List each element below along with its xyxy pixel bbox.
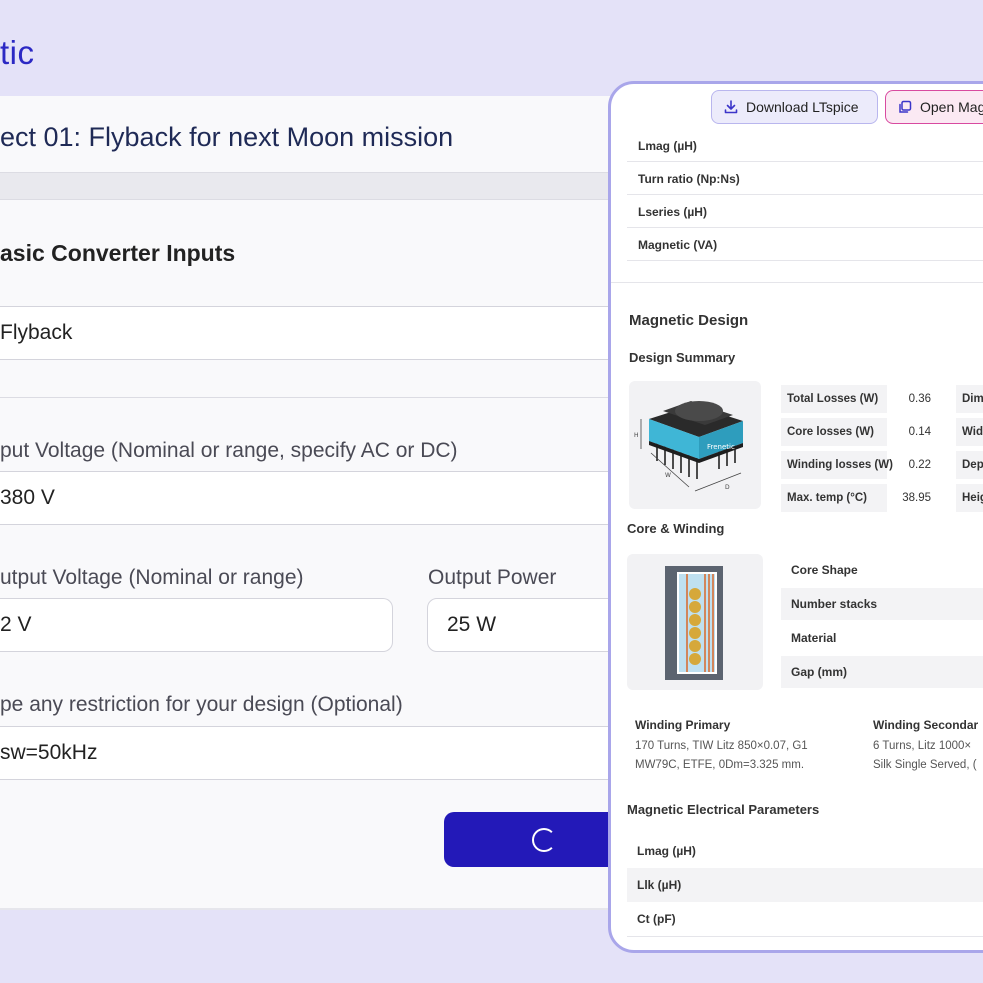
- output-power-label: Output Power: [428, 566, 557, 589]
- top-row-turn-ratio: Turn ratio (Np:Ns): [638, 172, 740, 186]
- core-winding-diagram: [627, 554, 763, 690]
- winding-primary-desc-2: MW79C, ETFE, 0Dm=3.325 mm.: [635, 759, 805, 771]
- summary-right-dimensions: Dim: [956, 385, 983, 413]
- section-divider: [611, 282, 983, 283]
- summary-value-core-losses: 0.14: [908, 426, 931, 438]
- winding-secondary-title: Winding Secondar: [873, 718, 979, 732]
- summary-label-winding-losses: Winding losses (W): [781, 451, 893, 479]
- summary-label-core-losses: Core losses (W): [781, 418, 887, 446]
- input-voltage-input[interactable]: 380 V: [0, 471, 640, 525]
- form-header-band: [0, 172, 640, 200]
- electrical-params-title: Magnetic Electrical Parameters: [627, 802, 820, 817]
- summary-right-depth: Dep: [956, 451, 983, 479]
- core-row-stacks-label: Number stacks: [791, 597, 878, 611]
- topology-select[interactable]: Flyback: [0, 306, 640, 360]
- electrical-row-ct: Ct (pF): [627, 902, 983, 936]
- design-summary-title: Design Summary: [629, 350, 736, 365]
- open-magnetic-button[interactable]: Open Mag: [885, 90, 983, 124]
- summary-label-total-losses: Total Losses (W): [781, 385, 887, 413]
- electrical-row-lmag: Lmag (µH): [627, 834, 983, 868]
- output-voltage-label: utput Voltage (Nominal or range): [0, 566, 304, 589]
- svg-text:D: D: [725, 484, 730, 491]
- core-winding-title: Core & Winding: [627, 521, 725, 536]
- row-divider: [627, 936, 983, 937]
- svg-text:Frenetic: Frenetic: [707, 443, 735, 451]
- project-title: ect 01: Flyback for next Moon mission: [0, 122, 454, 152]
- restriction-value: sw=50kHz: [0, 741, 98, 764]
- row-divider: [627, 194, 983, 195]
- winding-secondary-desc-2: Silk Single Served, (: [873, 759, 977, 771]
- electrical-row-ct-label: Ct (pF): [637, 912, 676, 926]
- core-row-shape-label: Core Shape: [791, 563, 858, 577]
- winding-primary-title: Winding Primary: [635, 718, 731, 732]
- results-panel: Download LTspice Open Mag Lmag (µH) Turn…: [608, 81, 983, 953]
- core-row-gap-label: Gap (mm): [791, 665, 848, 679]
- row-divider: [627, 260, 983, 261]
- electrical-row-lmag-label: Lmag (µH): [637, 844, 696, 858]
- brand-logo-text: tic: [0, 34, 35, 71]
- output-voltage-value: 2 V: [0, 613, 32, 636]
- summary-right-height: Heig: [956, 484, 983, 512]
- top-row-lseries: Lseries (µH): [638, 205, 707, 219]
- input-voltage-label: put Voltage (Nominal or range, specify A…: [0, 439, 458, 462]
- transformer-3d-image: Frenetic H W D: [629, 381, 761, 509]
- output-power-value: 25 W: [447, 613, 497, 636]
- input-voltage-value: 380 V: [0, 486, 55, 509]
- divider: [0, 397, 640, 398]
- core-row-material-label: Material: [791, 631, 837, 645]
- summary-right-width: Wid: [956, 418, 983, 446]
- download-ltspice-button[interactable]: Download LTspice: [711, 90, 878, 124]
- output-voltage-input[interactable]: 2 V: [0, 598, 393, 652]
- electrical-row-llk: Llk (µH): [627, 868, 983, 902]
- open-magnetic-label: Open Mag: [920, 99, 983, 115]
- summary-value-max-temp: 38.95: [902, 492, 931, 504]
- winding-primary-desc-1: 170 Turns, TIW Litz 850×0.07, G1: [635, 740, 808, 752]
- core-row-stacks: Number stacks: [781, 588, 983, 620]
- top-row-magnetic-va: Magnetic (VA): [638, 238, 718, 252]
- restriction-label: pe any restriction for your design (Opti…: [0, 693, 403, 716]
- core-cross-section-icon: [665, 566, 723, 680]
- core-row-material: Material: [781, 622, 983, 654]
- download-ltspice-label: Download LTspice: [746, 99, 859, 115]
- open-copy-icon: [899, 100, 912, 113]
- winding-secondary-desc-1: 6 Turns, Litz 1000×: [873, 740, 972, 752]
- summary-value-total-losses: 0.36: [908, 393, 931, 405]
- row-divider: [627, 227, 983, 228]
- electrical-row-llk-label: Llk (µH): [637, 878, 682, 892]
- magnetic-design-title: Magnetic Design: [629, 312, 749, 329]
- section-title: asic Converter Inputs: [0, 240, 236, 266]
- svg-text:H: H: [634, 432, 639, 439]
- transformer-illustration-icon: Frenetic H W D: [634, 401, 743, 492]
- restriction-input[interactable]: sw=50kHz: [0, 726, 640, 780]
- top-row-lmag: Lmag (µH): [638, 139, 697, 153]
- topology-value: Flyback: [0, 321, 73, 344]
- core-row-gap: Gap (mm): [781, 656, 983, 688]
- row-divider: [627, 161, 983, 162]
- svg-text:W: W: [665, 472, 671, 479]
- loading-spinner-icon: [532, 827, 556, 852]
- core-row-shape: Core Shape: [781, 554, 983, 586]
- summary-value-winding-losses: 0.22: [908, 459, 931, 471]
- summary-label-max-temp: Max. temp (°C): [781, 484, 887, 512]
- download-icon: [724, 100, 738, 114]
